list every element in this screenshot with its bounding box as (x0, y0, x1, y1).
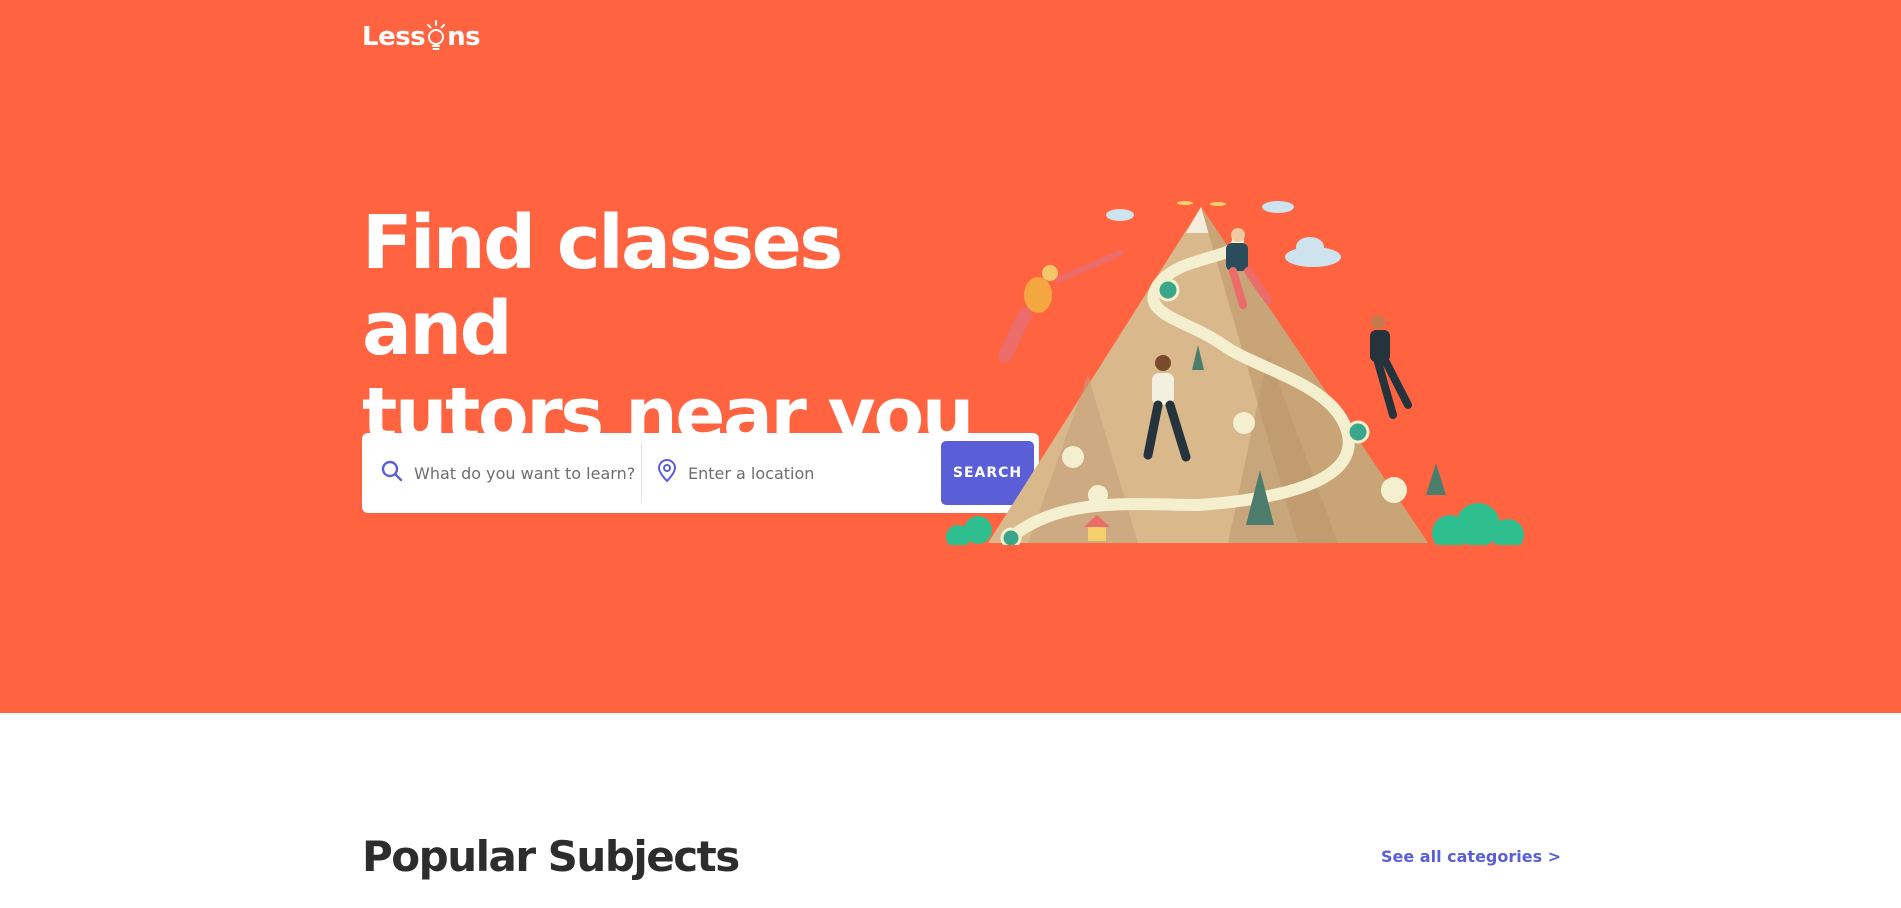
logo-text-prefix: Less (362, 22, 426, 52)
mountain-illustration (946, 201, 1524, 545)
popular-subjects-title: Popular Subjects (362, 832, 740, 881)
hero-headline: Find classes and tutors near you (362, 200, 1002, 458)
lightbulb-icon (426, 20, 446, 52)
hero-headline-line-1: Find classes and (362, 200, 843, 372)
person-icon (998, 250, 1123, 363)
person-icon (1370, 315, 1412, 419)
lessons-logo[interactable]: Less ns (362, 20, 481, 52)
search-icon (380, 459, 404, 487)
learn-field[interactable] (362, 443, 642, 503)
hero-banner: Less ns Find classes and tutors near you (0, 0, 1901, 713)
location-input[interactable] (688, 463, 908, 483)
location-field[interactable] (642, 443, 942, 503)
logo-text-suffix: ns (447, 22, 481, 52)
see-all-categories-link[interactable]: See all categories > (1381, 847, 1561, 866)
map-pin-icon (656, 459, 678, 487)
learn-input[interactable] (414, 463, 634, 483)
